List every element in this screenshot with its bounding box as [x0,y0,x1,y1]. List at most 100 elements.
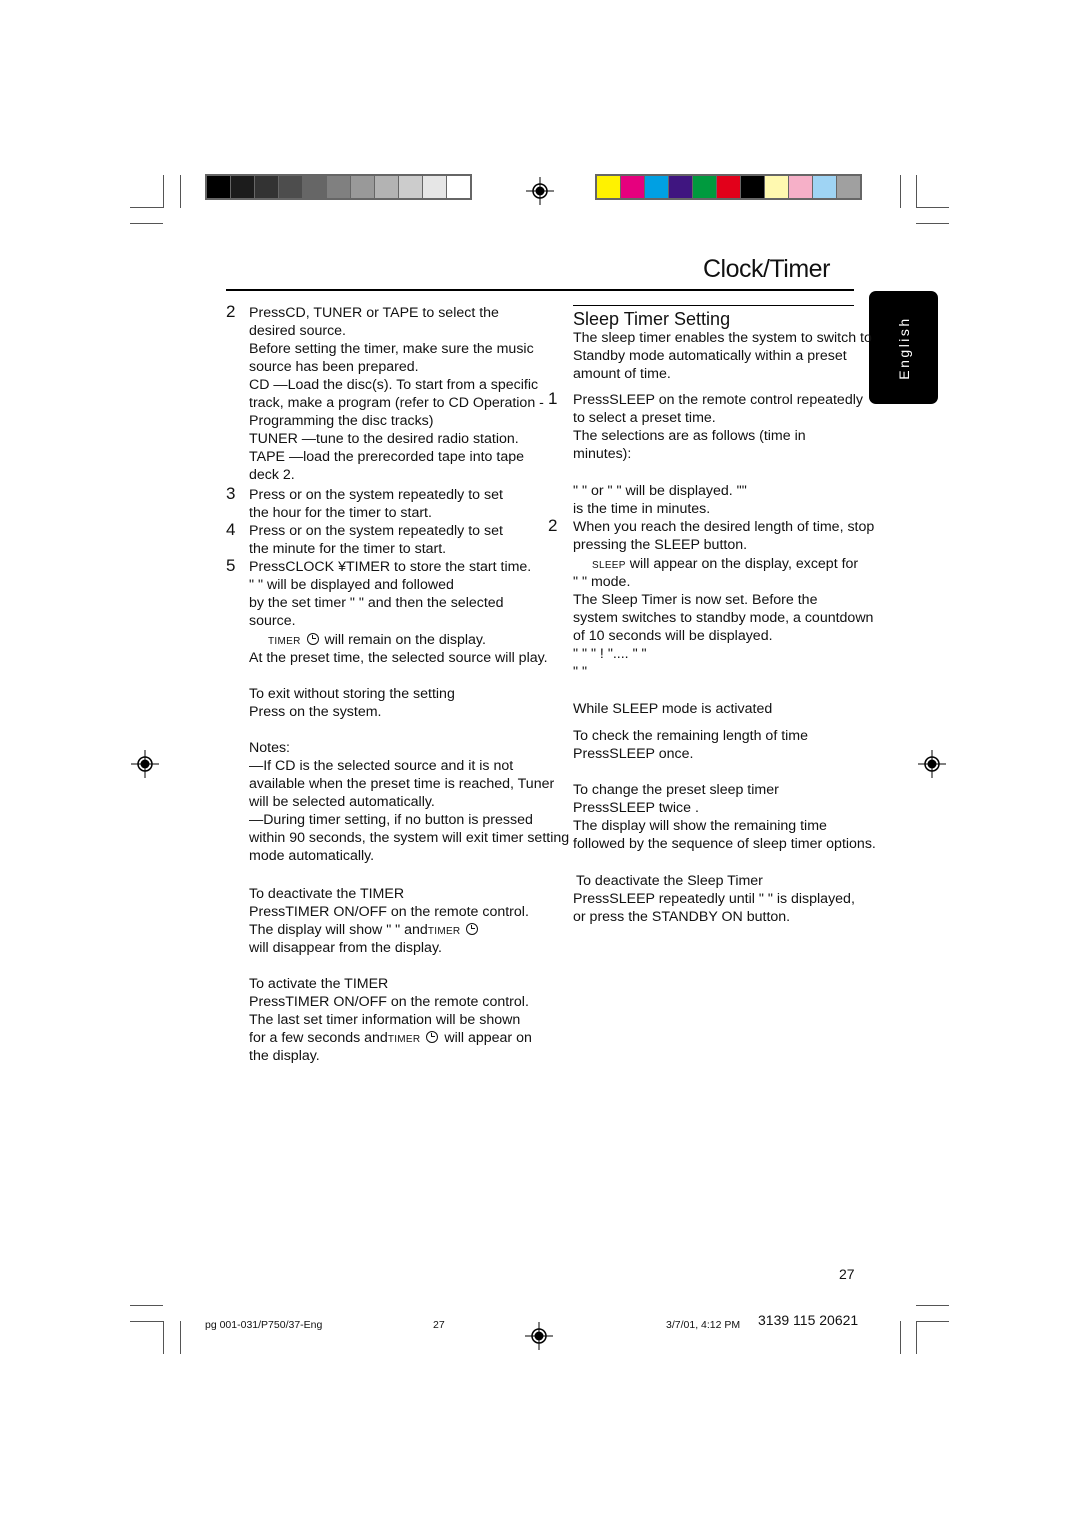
deactivate-line: The display will show " " andTIMER [249,921,480,941]
step-line: When you reach the desired length of tim… [573,519,875,535]
color-swatch [669,176,692,198]
note-line: will be selected automatically. [249,794,435,810]
change-line: followed by the sequence of sleep timer … [573,836,876,852]
sleep-indicator: SLEEP [592,560,626,571]
display-line: is the time in minutes. [573,501,711,517]
step-line: the hour for the timer to start. [249,505,432,521]
color-swatch [645,176,668,198]
step-number: 5 [226,556,236,575]
note-line: —During timer setting, if no button is p… [249,812,533,828]
step-line: TUNER —tune to the desired radio station… [249,431,519,447]
color-swatch [717,176,740,198]
crop-mark [900,175,901,208]
step-line: Programming the disc tracks) [249,413,434,429]
note-line: mode automatically. [249,848,375,864]
registration-mark-icon [525,1322,553,1350]
preset-play-text: At the preset time, the selected source … [249,650,548,666]
step-line: pressing the SLEEP button. [573,537,748,553]
timer-remain-text: will remain on the display. [320,632,486,648]
crop-mark [916,1321,917,1354]
deactivate-timer-heading: To deactivate the TIMER [249,886,405,902]
step-number: 3 [226,484,236,503]
sleep-timer-heading: Sleep Timer Setting [573,309,731,329]
color-swatch [741,176,764,198]
step-line: source. [249,613,296,629]
deactivate-sleep-heading: To deactivate the Sleep Timer [576,873,763,889]
sleep-appear-text: will appear on the display, except for [625,556,859,572]
step-line: the minute for the timer to start. [249,541,447,557]
crop-mark [130,1305,163,1306]
change-line: The display will show the remaining time [573,818,827,834]
timer-indicator: TIMER [387,1034,421,1045]
intro-line: Standby mode automatically within a pres… [573,348,847,364]
color-swatch [231,176,254,198]
check-heading: To check the remaining length of time [573,728,809,744]
display-line: " " or " " will be displayed. "" [573,483,747,499]
registration-mark-icon [526,177,554,205]
clock-icon [306,633,319,645]
timer-indicator: TIMER [427,926,461,937]
footer-file: pg 001-031/P750/37-Eng [205,1319,323,1331]
set-line: system switches to standby mode, a count… [573,610,874,626]
color-calibration-bar [595,174,862,200]
change-line: PressSLEEP twice . [573,800,699,816]
countdown-line: " " [573,664,588,680]
crop-mark [130,207,163,208]
deactivate-sleep-line: or press the STANDBY ON button. [573,909,791,925]
step-line: PressCD, TUNER or TAPE to select the [249,305,499,321]
color-swatch [621,176,644,198]
crop-mark [163,175,164,208]
deactivate-line: PressTIMER ON/OFF on the remote control. [249,904,529,920]
step-number: 1 [548,389,558,408]
intro-line: amount of time. [573,366,671,382]
step-line: deck 2. [249,467,295,483]
deactivate-line: will disappear from the display. [249,940,442,956]
clock-icon [466,923,479,935]
exit-text: Press on the system. [249,704,382,720]
section-rule [573,305,854,306]
crop-mark [916,207,949,208]
color-swatch [837,176,860,198]
sleep-appear-line: SLEEP will appear on the display, except… [592,555,858,575]
color-swatch [765,176,788,198]
note-line: within 90 seconds, the system will exit … [249,830,570,846]
crop-mark [916,1321,949,1322]
page-number: 27 [839,1266,855,1282]
color-swatch [399,176,422,198]
timer-indicator: TIMER [268,636,301,647]
step-line: desired source. [249,323,346,339]
step-line: PressSLEEP on the remote control repeate… [573,392,863,408]
step-line: The selections are as follows (time in [573,428,806,444]
color-swatch [279,176,302,198]
step-line: Press or on the system repeatedly to set [249,523,503,539]
step-line: track, make a program (refer to CD Opera… [249,395,544,411]
color-swatch [375,176,398,198]
change-heading: To change the preset sleep timer [573,782,779,798]
registration-mark-icon [131,750,159,778]
step-line: source has been prepared. [249,359,419,375]
color-swatch [447,176,470,198]
countdown-line: " " " ! ".... " " [573,646,647,662]
activate-line: PressTIMER ON/OFF on the remote control. [249,994,529,1010]
color-swatch [303,176,326,198]
language-tab-label: English [895,315,912,380]
grayscale-calibration-bar [205,174,472,200]
activate-line: The last set timer information will be s… [249,1012,521,1028]
check-text: PressSLEEP once. [573,746,694,762]
step-line: " " will be displayed and followed [249,577,454,593]
language-tab: English [869,291,938,404]
footer-code: 3139 115 20621 [758,1312,859,1328]
step-line: Before setting the timer, make sure the … [249,341,534,357]
crop-mark [180,175,181,208]
note-line: available when the preset time is reache… [249,776,555,792]
notes-heading: Notes: [249,740,291,756]
step-line: TAPE —load the prerecorded tape into tap… [249,449,524,465]
footer-page: 27 [433,1319,445,1331]
activate-timer-heading: To activate the TIMER [249,976,389,992]
crop-mark [900,1321,901,1354]
note-line: —If CD is the selected source and it is … [249,758,514,774]
step-line: PressCLOCK ¥TIMER to store the start tim… [249,559,532,575]
color-swatch [597,176,620,198]
crop-mark [130,1321,163,1322]
color-swatch [327,176,350,198]
